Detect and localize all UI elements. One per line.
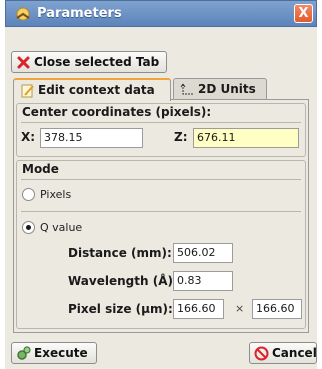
app-icon [16,7,30,21]
z-coordinate-field[interactable]: 676.11 [193,128,299,148]
execute-label: Execute [34,346,88,360]
mode-divider [21,211,301,212]
times-sign: × [235,302,245,315]
title-bar[interactable]: Parameters X [5,0,317,27]
units-axes-icon [180,83,193,95]
q-value-radio[interactable] [22,221,35,234]
center-coordinates-group: Center coordinates (pixels): X: 378.15 Z… [16,103,306,157]
pixel-size-y-field[interactable]: 166.60 [252,299,302,319]
tab-strip: Edit context data 2D Units [13,78,309,101]
edit-context-panel: Center coordinates (pixels): X: 378.15 Z… [13,99,309,333]
tab-2d-units[interactable]: 2D Units [173,78,267,100]
tab-edit-context-data[interactable]: Edit context data [13,78,171,101]
pixel-size-label: Pixel size (µm): [68,302,173,316]
z-label: Z: [174,130,188,144]
mode-group: Mode Pixels Q value Distance (mm): 506.0… [16,160,306,329]
tab-edit-context-data-label: Edit context data [38,83,155,97]
window-title: Parameters [37,6,122,21]
tab-2d-units-label: 2D Units [198,82,256,96]
parameters-window: Parameters X Close selected Tab Edit con… [5,0,317,369]
pixels-radio[interactable] [22,188,35,201]
radio-selected-dot [26,225,31,230]
x-label: X: [21,130,36,144]
mode-title: Mode [22,162,59,176]
x-coordinate-field[interactable]: 378.15 [40,128,143,148]
distance-field[interactable]: 506.02 [173,243,233,263]
window-close-button[interactable]: X [294,4,313,23]
execute-button[interactable]: Execute [11,342,97,364]
distance-label: Distance (mm): [68,246,172,260]
pixels-radio-label: Pixels [40,188,72,201]
group-divider [21,122,301,123]
wavelength-label: Wavelength (Å): [68,274,178,288]
group-divider [21,179,301,180]
cancel-button[interactable]: Cancel [249,342,317,364]
q-value-radio-label: Q value [40,221,83,234]
edit-document-icon [21,84,34,98]
pixel-size-x-field[interactable]: 166.60 [173,299,224,319]
close-selected-tab-button[interactable]: Close selected Tab [11,51,167,73]
cancel-icon [254,346,269,361]
gears-icon [17,346,31,360]
close-selected-tab-label: Close selected Tab [34,55,160,69]
wavelength-field[interactable]: 0.83 [173,271,233,291]
center-coordinates-title: Center coordinates (pixels): [22,105,212,119]
red-x-icon [17,56,30,69]
cancel-label: Cancel [272,346,317,360]
